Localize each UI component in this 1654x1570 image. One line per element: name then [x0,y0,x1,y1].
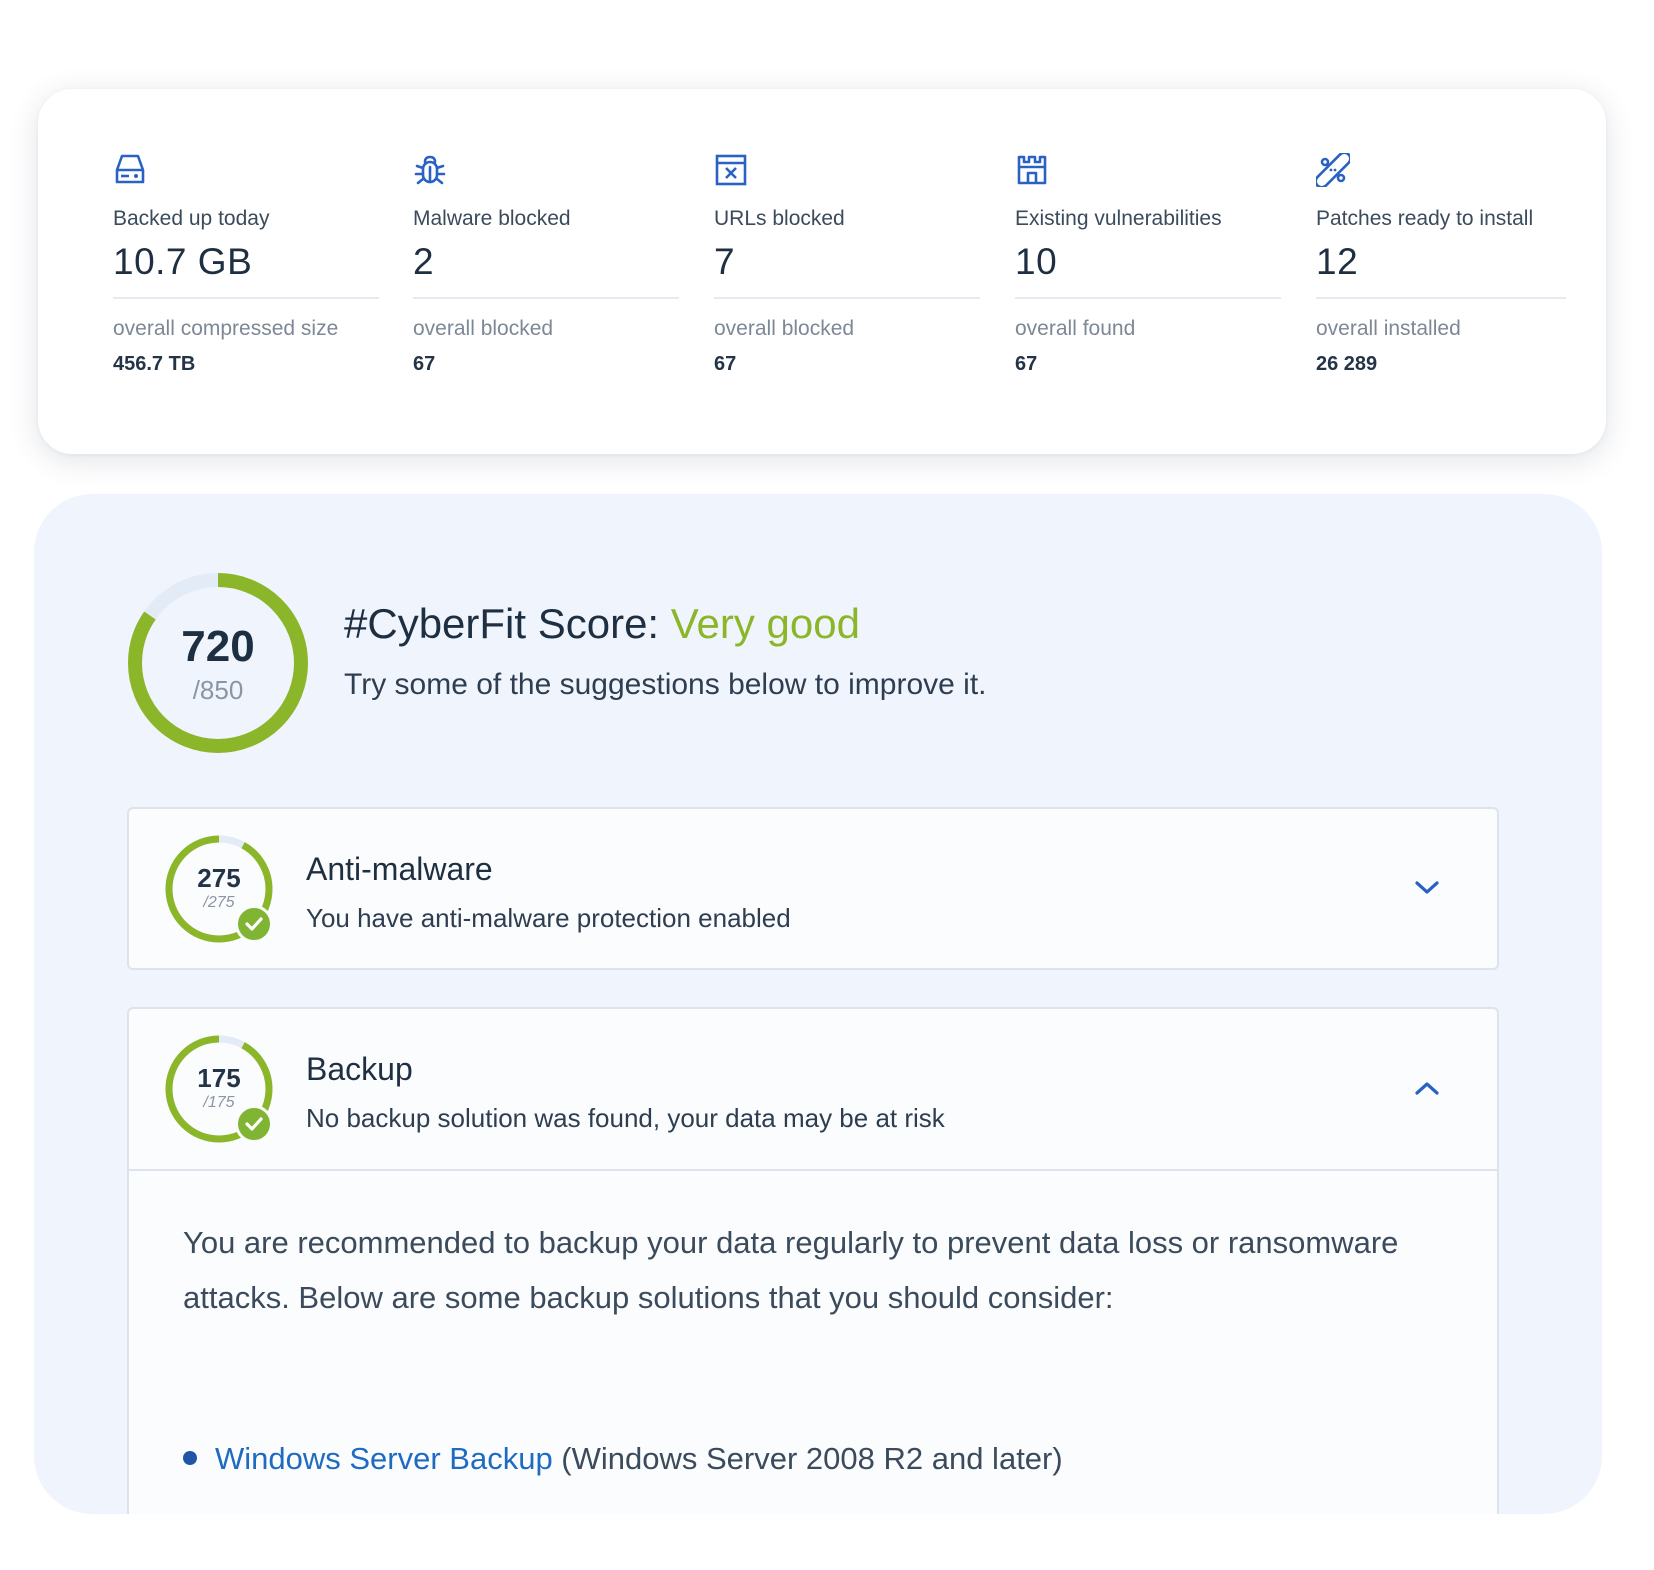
castle-icon [1015,153,1049,187]
stat-sub-value: 67 [1015,353,1038,375]
divider [129,1169,1497,1171]
stat-value: 10.7 GB [113,241,253,282]
stat-label: Malware blocked [413,207,571,230]
backup-card: 175 /175 Backup No backup solution was f… [127,1007,1499,1514]
backup-header[interactable]: 175 /175 Backup No backup solution was f… [129,1009,1497,1169]
stat-sub-value: 67 [714,353,737,375]
stat-sub-value: 67 [413,353,436,375]
backup-recommendation: You are recommended to backup your data … [183,1225,1399,1315]
check-icon [235,1105,273,1143]
stat-value: 10 [1015,241,1058,282]
stat-sub-value: 456.7 TB [113,353,196,375]
divider [413,297,679,299]
anti-malware-title: Anti-malware [306,851,493,887]
stat-label: Patches ready to install [1316,207,1534,230]
stat-vulnerabilities: Existing vulnerabilities 10 overall foun… [1015,89,1281,454]
stat-patches: Patches ready to install 12 overall inst… [1316,89,1576,454]
stat-sub-label: overall installed [1316,317,1461,340]
backup-title: Backup [306,1051,413,1087]
stat-label: Existing vulnerabilities [1015,207,1222,230]
score-gauge: 720 /850 [125,570,311,756]
backup-score: 175 [197,1063,241,1093]
stat-malware: Malware blocked 2 overall blocked 67 [413,89,679,454]
divider [113,297,379,299]
bug-icon [413,153,447,187]
stat-sub-label: overall compressed size [113,317,339,340]
stat-backed-up: Backed up today 10.7 GB overall compress… [113,89,379,454]
divider [1015,297,1281,299]
score-title: #CyberFit Score: Very good [344,600,860,648]
score-rating: Very good [670,600,860,647]
check-icon [235,905,273,943]
stat-label: Backed up today [113,207,270,230]
stat-sub-label: overall blocked [714,317,855,340]
anti-malware-gauge: 275 /275 [163,833,275,945]
anti-malware-score: 275 [197,863,241,893]
score-total: /850 [192,675,244,705]
backup-description: No backup solution was found, your data … [306,1103,945,1133]
chevron-up-icon[interactable] [1413,1079,1441,1097]
blocked-url-icon [714,153,748,187]
score-subtitle: Try some of the suggestions below to imp… [344,668,987,701]
anti-malware-header[interactable]: 275 /275 Anti-malware You have anti-malw… [129,809,1497,969]
divider [714,297,980,299]
bullet-icon [183,1450,197,1465]
stat-value: 2 [413,241,435,282]
stats-card: Backed up today 10.7 GB overall compress… [38,89,1606,454]
anti-malware-card: 275 /275 Anti-malware You have anti-malw… [127,807,1499,970]
divider [1316,297,1566,299]
stat-value: 12 [1316,241,1359,282]
score-value: 720 [181,622,255,671]
backup-gauge: 175 /175 [163,1033,275,1145]
windows-server-backup-link[interactable]: Windows Server Backup [215,1441,553,1476]
stat-sub-label: overall found [1015,317,1136,340]
stat-sub-value: 26 289 [1316,353,1378,375]
solution-note: (Windows Server 2008 R2 and later) [552,1441,1063,1476]
chevron-down-icon[interactable] [1413,879,1441,897]
score-title-prefix: #CyberFit Score: [344,600,671,647]
stat-label: URLs blocked [714,207,845,230]
solution-item: Windows Server Backup (Windows Server 20… [183,1441,1063,1477]
stat-value: 7 [714,241,736,282]
stat-sub-label: overall blocked [413,317,554,340]
hard-drive-icon [113,153,147,187]
stat-urls: URLs blocked 7 overall blocked 67 [714,89,980,454]
patch-icon [1316,153,1350,187]
cyberfit-panel: 720 /850 #CyberFit Score: Very good Try … [34,494,1602,1514]
anti-malware-description: You have anti-malware protection enabled [306,903,791,933]
